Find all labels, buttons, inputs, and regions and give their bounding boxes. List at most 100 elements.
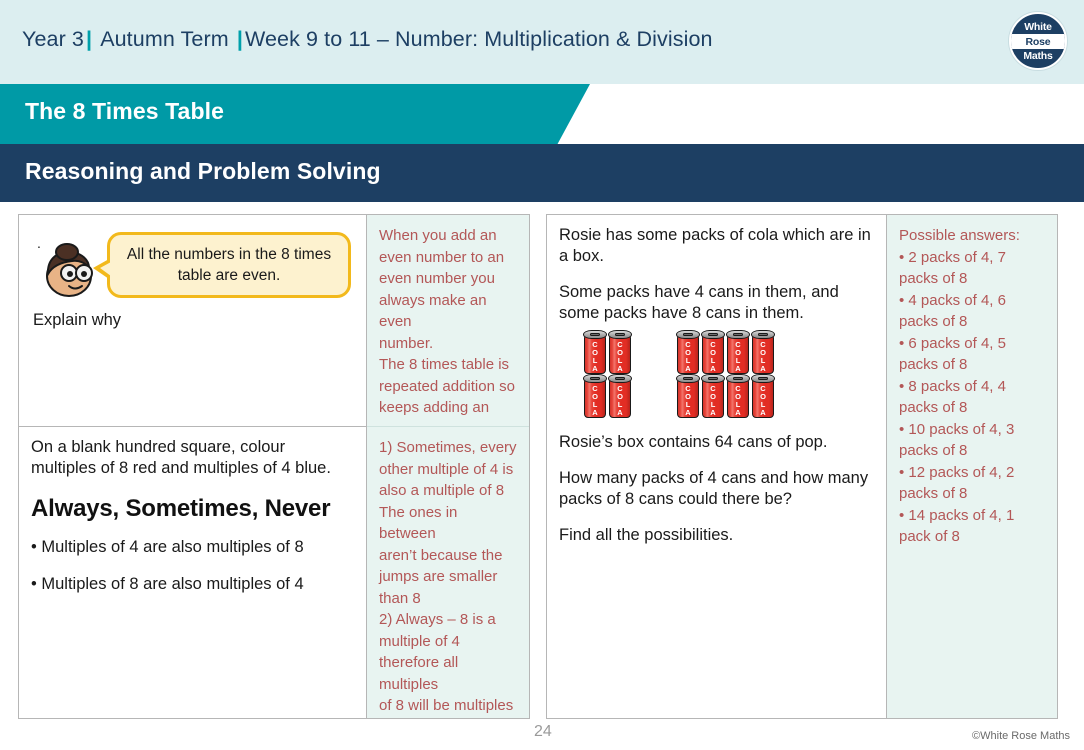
- answer-3-text: Possible answers: • 2 packs of 4, 7 pack…: [899, 225, 1045, 548]
- always-sometimes-never-heading: Always, Sometimes, Never: [31, 495, 331, 522]
- pack-of-4-icon: COLA COLA COLA COLA: [583, 330, 632, 418]
- pack-row: COLA COLA COLA COLA: [676, 374, 775, 418]
- answer-line: packs of 8: [899, 356, 968, 373]
- answer-line: always make an even: [379, 291, 487, 331]
- explain-why-prompt: Explain why: [33, 311, 122, 329]
- answer-line: 1) Sometimes, every: [379, 439, 517, 456]
- asn-statement-2: • Multiples of 8 are also multiples of 4: [31, 575, 304, 593]
- question-2-intro: On a blank hundred square, colour multip…: [31, 438, 331, 477]
- page-number: 24: [534, 723, 552, 740]
- answer-line: • 14 packs of 4, 1: [899, 506, 1015, 524]
- question-3-text: Rosie has some packs of cola which are i…: [559, 225, 874, 324]
- pack-row: COLA COLA: [583, 330, 632, 374]
- answer-1-text: When you add an even number to an even n…: [379, 225, 517, 426]
- answer-line: than 8: [379, 589, 421, 607]
- cola-can-icon: COLA: [583, 330, 607, 374]
- cola-cans-illustration: COLA COLA COLA COLA COLA COLA COLA C O L…: [583, 330, 874, 418]
- answer-heading: Possible answers:: [899, 227, 1020, 244]
- question-3-cell: Rosie has some packs of cola which are i…: [547, 215, 886, 718]
- answer-2-text: 1) Sometimes, every other multiple of 4 …: [379, 437, 517, 718]
- question-2-cell: On a blank hundred square, colour multip…: [19, 427, 366, 718]
- answer-line: of 8 will be multiples: [379, 697, 514, 714]
- answer-line: packs of 8: [899, 485, 968, 502]
- left-question-table: . All the numbers in the 8 times table a…: [18, 214, 530, 719]
- answer-line: jumps are smaller: [379, 568, 498, 585]
- cola-can-icon: COLA: [726, 330, 750, 374]
- answer-line: 2) Always – 8 is a: [379, 611, 496, 628]
- answer-line: The ones in between: [379, 503, 458, 543]
- answer-line: of 4: [379, 717, 517, 719]
- page-title: Year 3| Autumn Term |Week 9 to 11 – Numb…: [22, 27, 713, 52]
- question-1-cell: . All the numbers in the 8 times table a…: [19, 215, 366, 427]
- header-week: Week 9 to 11 – Number: Multiplication & …: [244, 27, 713, 51]
- answer-2-cell: 1) Sometimes, every other multiple of 4 …: [367, 427, 529, 718]
- answer-line: • 4 packs of 4, 6: [899, 291, 1006, 309]
- logo-line-maths: Maths: [1023, 49, 1053, 62]
- answer-line: therefore all multiples: [379, 654, 459, 693]
- answer-line: • 6 packs of 4, 5: [899, 334, 1006, 352]
- white-rose-maths-logo: White Rose Maths: [1009, 12, 1067, 70]
- question-3-para-3: Rosie’s box contains 64 cans of pop.: [559, 433, 828, 451]
- answer-line: multiple of 4: [379, 632, 460, 650]
- cola-can-icon: COLA: [608, 330, 632, 374]
- right-answer-column: Possible answers: • 2 packs of 4, 7 pack…: [887, 215, 1057, 718]
- pack-of-8-icon: COLA COLA COLA COLA COLA COLA COLA COLA: [676, 330, 775, 418]
- answer-line: other multiple of 4 is: [379, 460, 514, 478]
- topic-banner-label: The 8 Times Table: [25, 98, 224, 124]
- question-3-text-cont: Rosie’s box contains 64 cans of pop. How…: [559, 432, 874, 546]
- answer-line: When you add an: [379, 227, 497, 244]
- cola-can-icon: COLA: [751, 330, 775, 374]
- answer-line: • 2 packs of 4, 7: [899, 248, 1006, 266]
- question-3-para-1: Rosie has some packs of cola which are i…: [559, 226, 871, 265]
- cola-can-icon: COLA: [726, 374, 750, 418]
- header-year: Year 3: [22, 27, 84, 51]
- question-3-para-2: Some packs have 4 cans in them, and some…: [559, 283, 839, 322]
- right-question-column: Rosie has some packs of cola which are i…: [547, 215, 887, 718]
- cola-can-icon: COLA: [701, 374, 725, 418]
- logo-line-white: White: [1024, 20, 1052, 33]
- answer-3-cell: Possible answers: • 2 packs of 4, 7 pack…: [887, 215, 1057, 718]
- cola-can-icon: COLA: [676, 330, 700, 374]
- cola-can-icon: COLA: [583, 374, 607, 418]
- cola-can-icon: COLA: [676, 374, 700, 418]
- answer-line: number.: [379, 334, 434, 352]
- answer-line: even number to an: [379, 248, 505, 266]
- question-3-para-5: Find all the possibilities.: [559, 526, 734, 544]
- answer-line: The 8 times table is: [379, 356, 510, 373]
- answer-line: aren’t because the: [379, 546, 503, 564]
- answer-line: packs of 8: [899, 270, 968, 287]
- left-question-column: . All the numbers in the 8 times table a…: [19, 215, 367, 718]
- header-separator-1: |: [85, 27, 93, 51]
- answer-line: repeated addition so: [379, 377, 515, 395]
- answer-line: • 8 packs of 4, 4: [899, 377, 1006, 395]
- answer-1-cell: When you add an even number to an even n…: [367, 215, 529, 427]
- header-term: Autumn Term: [100, 27, 229, 51]
- answer-line: packs of 8: [899, 313, 968, 330]
- answer-line: • 10 packs of 4, 3: [899, 420, 1015, 438]
- asn-statement-1: • Multiples of 4 are also multiples of 8: [31, 538, 304, 556]
- copyright-notice: ©White Rose Maths: [972, 730, 1070, 742]
- answer-line: packs of 8: [899, 442, 968, 459]
- question-3-para-4: How many packs of 4 cans and how many pa…: [559, 469, 869, 508]
- section-banner-label: Reasoning and Problem Solving: [25, 158, 381, 184]
- worksheet-body: . All the numbers in the 8 times table a…: [0, 202, 1084, 722]
- cola-can-icon: COLA: [608, 374, 632, 418]
- pack-row: COLA COLA COLA COLA: [676, 330, 775, 374]
- answer-line: even number you: [379, 270, 495, 287]
- left-answer-column: When you add an even number to an even n…: [367, 215, 529, 718]
- answer-line: pack of 8: [899, 528, 960, 545]
- answer-line: packs of 8: [899, 399, 968, 416]
- right-question-table: Rosie has some packs of cola which are i…: [546, 214, 1058, 719]
- answer-line: • 12 packs of 4, 2: [899, 463, 1015, 481]
- header-separator-2: |: [236, 27, 243, 51]
- logo-band: Rose: [1011, 33, 1065, 49]
- answer-line: keeps adding an even: [379, 399, 490, 426]
- cola-can-icon: COLA: [701, 330, 725, 374]
- pack-row: COLA COLA: [583, 374, 632, 418]
- girl-avatar-icon: [39, 242, 101, 300]
- answer-line: also a multiple of 8: [379, 482, 505, 499]
- speech-bubble: All the numbers in the 8 times table are…: [93, 232, 351, 298]
- speech-bubble-text: All the numbers in the 8 times table are…: [126, 246, 332, 284]
- cola-can-icon: COLA: [751, 374, 775, 418]
- logo-line-rose: Rose: [1025, 35, 1051, 48]
